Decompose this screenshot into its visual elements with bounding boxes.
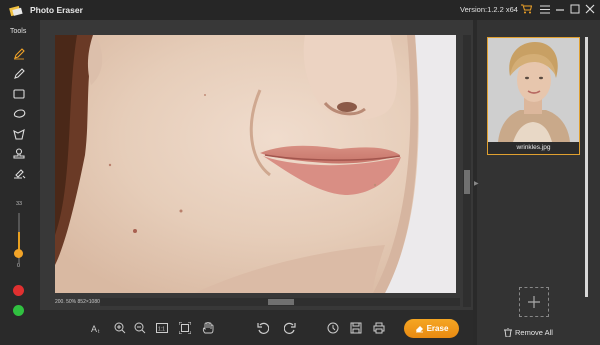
eraser-icon — [415, 324, 424, 333]
brush-icon[interactable] — [12, 67, 26, 81]
zoom-info: 200. 50% 852×1080 — [55, 299, 100, 305]
menu-icon[interactable] — [539, 3, 551, 15]
version-label: Version:1.2.2 x64 — [460, 5, 518, 14]
app-title: Photo Eraser — [30, 5, 83, 15]
remove-all-button[interactable]: Remove All — [504, 328, 553, 337]
thumbnail-image — [488, 38, 579, 142]
zoom-out-icon[interactable] — [134, 322, 146, 334]
text-size-icon[interactable]: At — [91, 322, 103, 334]
hand-icon[interactable] — [202, 322, 214, 334]
svg-text:t: t — [98, 329, 100, 334]
pencil-icon[interactable] — [12, 47, 26, 61]
undo-icon[interactable] — [257, 322, 269, 334]
history-icon[interactable] — [327, 322, 339, 334]
canvas-workspace: 200. 50% 852×1080 — [40, 20, 473, 310]
plus-icon — [528, 296, 540, 308]
actual-size-icon[interactable]: 1:1 — [156, 322, 168, 334]
photo-canvas[interactable] — [55, 35, 456, 293]
stamp-icon[interactable] — [12, 147, 26, 161]
brush-size-max: 33 — [16, 201, 23, 207]
zoom-in-icon[interactable] — [114, 322, 126, 334]
cart-icon[interactable] — [520, 3, 532, 15]
minimize-icon[interactable] — [554, 3, 566, 15]
collapse-arrow-icon[interactable]: ▶ — [474, 180, 479, 187]
red-color-swatch[interactable] — [13, 285, 24, 296]
erase-label: Erase — [426, 324, 449, 333]
smart-brush-icon[interactable] — [12, 167, 26, 181]
erase-button[interactable]: Erase — [404, 319, 459, 338]
maximize-icon[interactable] — [569, 3, 581, 15]
trash-icon — [504, 328, 512, 337]
save-icon[interactable] — [350, 322, 362, 334]
bottom-toolbar: At 1:1 Erase — [40, 310, 473, 345]
horizontal-scroll-thumb[interactable] — [268, 299, 294, 305]
remove-all-label: Remove All — [515, 328, 553, 337]
svg-text:A: A — [91, 324, 97, 334]
svg-text:1:1: 1:1 — [158, 327, 165, 333]
close-icon[interactable] — [584, 3, 596, 15]
add-image-button[interactable] — [519, 287, 549, 317]
rectangle-select-icon[interactable] — [12, 87, 26, 101]
tools-label: Tools — [10, 28, 27, 35]
file-list-panel: ▶ wrinkles.jpg Remove All — [473, 20, 600, 345]
brush-size-min: 0 — [17, 263, 21, 269]
file-thumbnail[interactable]: wrinkles.jpg — [487, 37, 580, 155]
title-bar: Photo Eraser Version:1.2.2 x64 — [0, 0, 600, 20]
polygon-lasso-icon[interactable] — [12, 127, 26, 141]
fit-screen-icon[interactable] — [179, 322, 191, 334]
redo-icon[interactable] — [284, 322, 296, 334]
photo-eraser-window: Photo Eraser Version:1.2.2 x64 Tools 33 … — [0, 0, 600, 345]
print-icon[interactable] — [373, 322, 385, 334]
file-list-scrollbar[interactable] — [585, 37, 588, 297]
vertical-scroll-thumb[interactable] — [464, 170, 470, 194]
thumbnail-filename: wrinkles.jpg — [488, 142, 579, 154]
lasso-icon[interactable] — [12, 107, 26, 121]
tools-panel: Tools 33 0 — [0, 20, 40, 345]
app-logo-icon — [9, 4, 23, 17]
brush-size-thumb[interactable] — [14, 249, 23, 258]
green-color-swatch[interactable] — [13, 305, 24, 316]
